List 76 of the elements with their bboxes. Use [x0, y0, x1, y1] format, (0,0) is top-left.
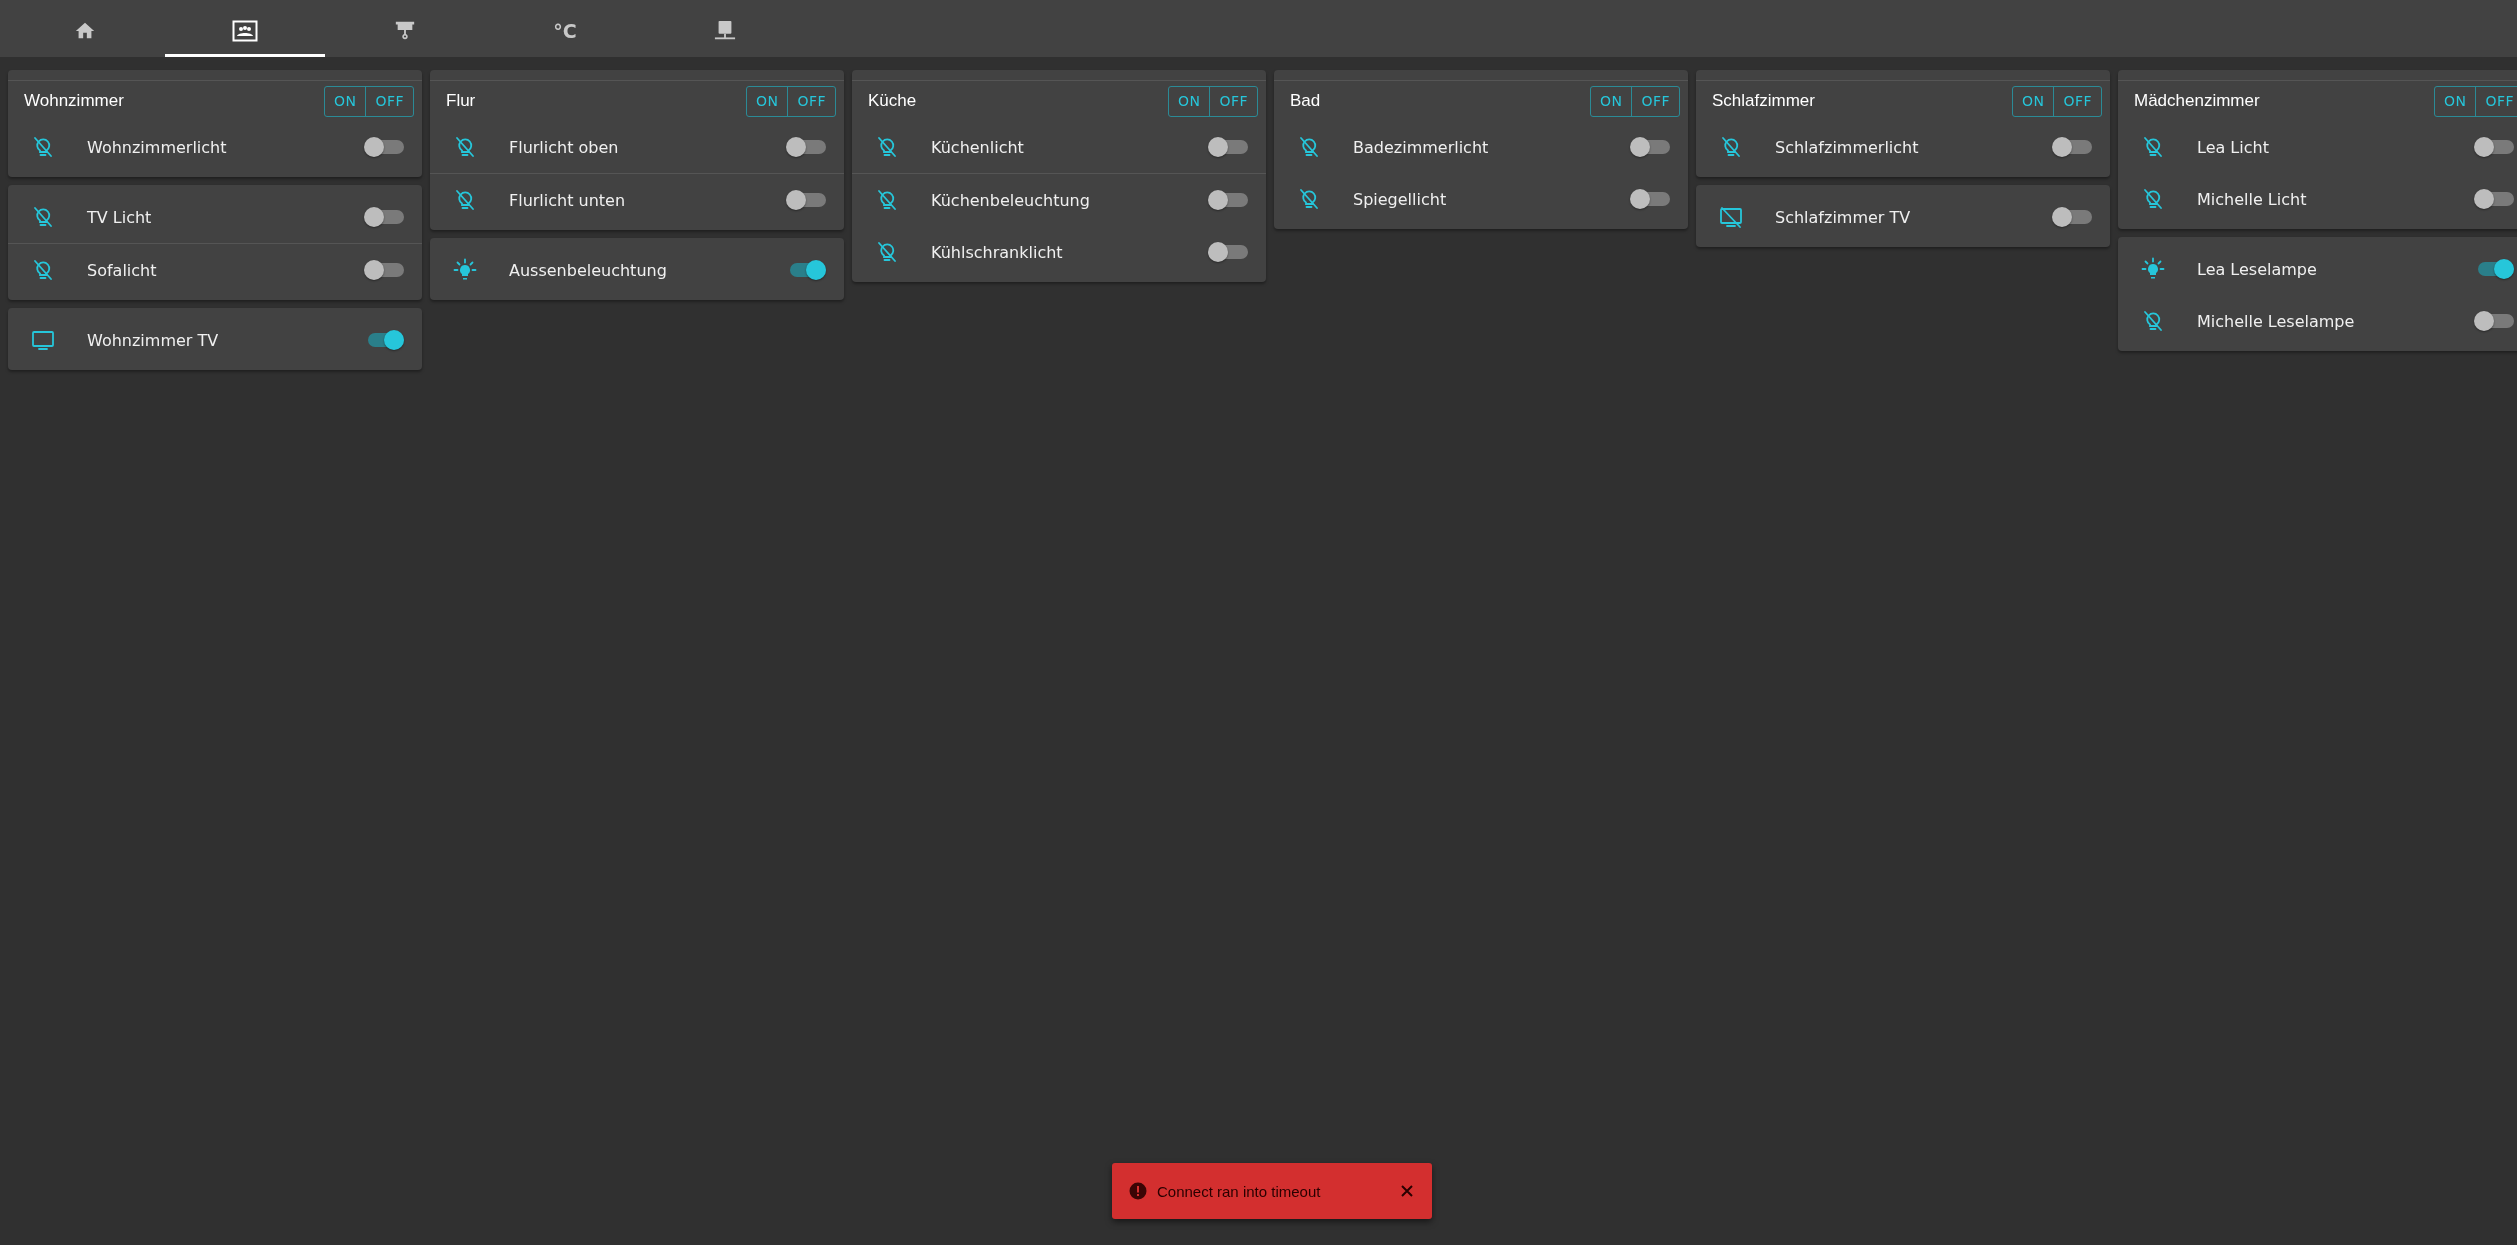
toggle-all-button[interactable]: OFF [365, 86, 413, 116]
entity-name: Michelle Licht [2197, 189, 2308, 209]
entity-name: Michelle Leselampe [2197, 311, 2356, 331]
lightbulb-off-icon [453, 135, 477, 159]
lightbulb-off-icon [31, 258, 55, 282]
card-title: Schlafzimmer [1712, 91, 1815, 111]
people-frame-icon [232, 20, 258, 42]
entity-name: Spiegellicht [1353, 189, 1448, 209]
lightbulb-off-icon [1719, 135, 1743, 159]
lightbulb-off-icon [31, 205, 55, 229]
toggle-switch[interactable] [2052, 137, 2092, 157]
toggle-all-button[interactable]: ON [2434, 86, 2476, 116]
toggle-switch[interactable] [364, 260, 404, 280]
toggle-switch[interactable] [1208, 190, 1248, 210]
entity-name: Flurlicht oben [509, 137, 620, 157]
tab[interactable]: °C [485, 0, 645, 57]
projector-icon [394, 20, 416, 42]
toggle-switch[interactable] [1630, 189, 1670, 209]
error-icon [1129, 1182, 1147, 1200]
entity-name: Lea Leselampe [2197, 259, 2318, 279]
lightbulb-off-icon [453, 188, 477, 212]
lightbulb-off-icon [875, 188, 899, 212]
entity-name: Aussenbeleuchtung [509, 260, 668, 280]
toggle-all-button[interactable]: OFF [1631, 86, 1679, 116]
toggle-switch[interactable] [364, 137, 404, 157]
toggle-switch[interactable] [2474, 189, 2514, 209]
toggle-switch[interactable] [1630, 137, 1670, 157]
entity-name: Küchenbeleuchtung [931, 190, 1091, 210]
card-title: Mädchenzimmer [2134, 91, 2260, 111]
toggle-all-button[interactable]: OFF [1209, 86, 1257, 116]
entity-name: Badezimmerlicht [1353, 137, 1490, 157]
lightbulb-off-icon [875, 240, 899, 264]
entity-name: Sofalicht [87, 260, 158, 280]
toggle-all-button[interactable]: ON [1590, 86, 1632, 116]
toggle-all-button[interactable]: ON [2012, 86, 2054, 116]
toggle-all-button[interactable]: ON [746, 86, 788, 116]
toggle-all-button[interactable]: OFF [2053, 86, 2101, 116]
toggle-all-button[interactable]: ON [324, 86, 366, 116]
toggle-all-button[interactable]: ON [1168, 86, 1210, 116]
tv-off-icon [1719, 205, 1743, 229]
card-title: Bad [1290, 91, 1321, 111]
toggle-switch[interactable] [1208, 137, 1248, 157]
entity-name: Kühlschranklicht [931, 242, 1064, 262]
entity-name: Lea Licht [2197, 137, 2270, 157]
lightbulb-off-icon [2141, 135, 2165, 159]
card-title: Wohnzimmer [24, 91, 124, 111]
lightbulb-off-icon [1297, 135, 1321, 159]
card-title: Flur [446, 91, 476, 111]
entity-name: Flurlicht unten [509, 190, 627, 210]
toast-message: Connect ran into timeout [1157, 1182, 1322, 1200]
lightbulb-off-icon [1297, 187, 1321, 211]
entity-name: Schlafzimmer TV [1775, 207, 1912, 227]
toggle-switch[interactable] [1208, 242, 1248, 262]
toggle-switch[interactable] [364, 207, 404, 227]
entity-name: Küchenlicht [931, 137, 1025, 157]
entity-name: TV Licht [87, 207, 153, 227]
toggle-switch[interactable] [786, 190, 826, 210]
entity-name: Wohnzimmerlicht [87, 137, 228, 157]
entity-name: Schlafzimmerlicht [1775, 137, 1920, 157]
lightbulb-off-icon [2141, 309, 2165, 333]
entity-name: Wohnzimmer TV [87, 330, 220, 350]
lightbulb-off-icon [31, 135, 55, 159]
toggle-all-button[interactable]: OFF [787, 86, 835, 116]
close-icon [1400, 1184, 1414, 1198]
lightbulb-off-icon [2141, 187, 2165, 211]
lightbulb-icon [453, 258, 477, 282]
toggle-switch[interactable] [2052, 207, 2092, 227]
lightbulb-icon [2141, 257, 2165, 281]
monitor-network-icon [714, 20, 736, 42]
toggle-switch[interactable] [2474, 137, 2514, 157]
lightbulb-off-icon [875, 135, 899, 159]
toggle-switch[interactable] [2474, 311, 2514, 331]
tv-icon [31, 328, 55, 352]
toggle-all-button[interactable]: OFF [2475, 86, 2517, 116]
card-title: Küche [868, 91, 917, 111]
toggle-switch[interactable] [786, 137, 826, 157]
